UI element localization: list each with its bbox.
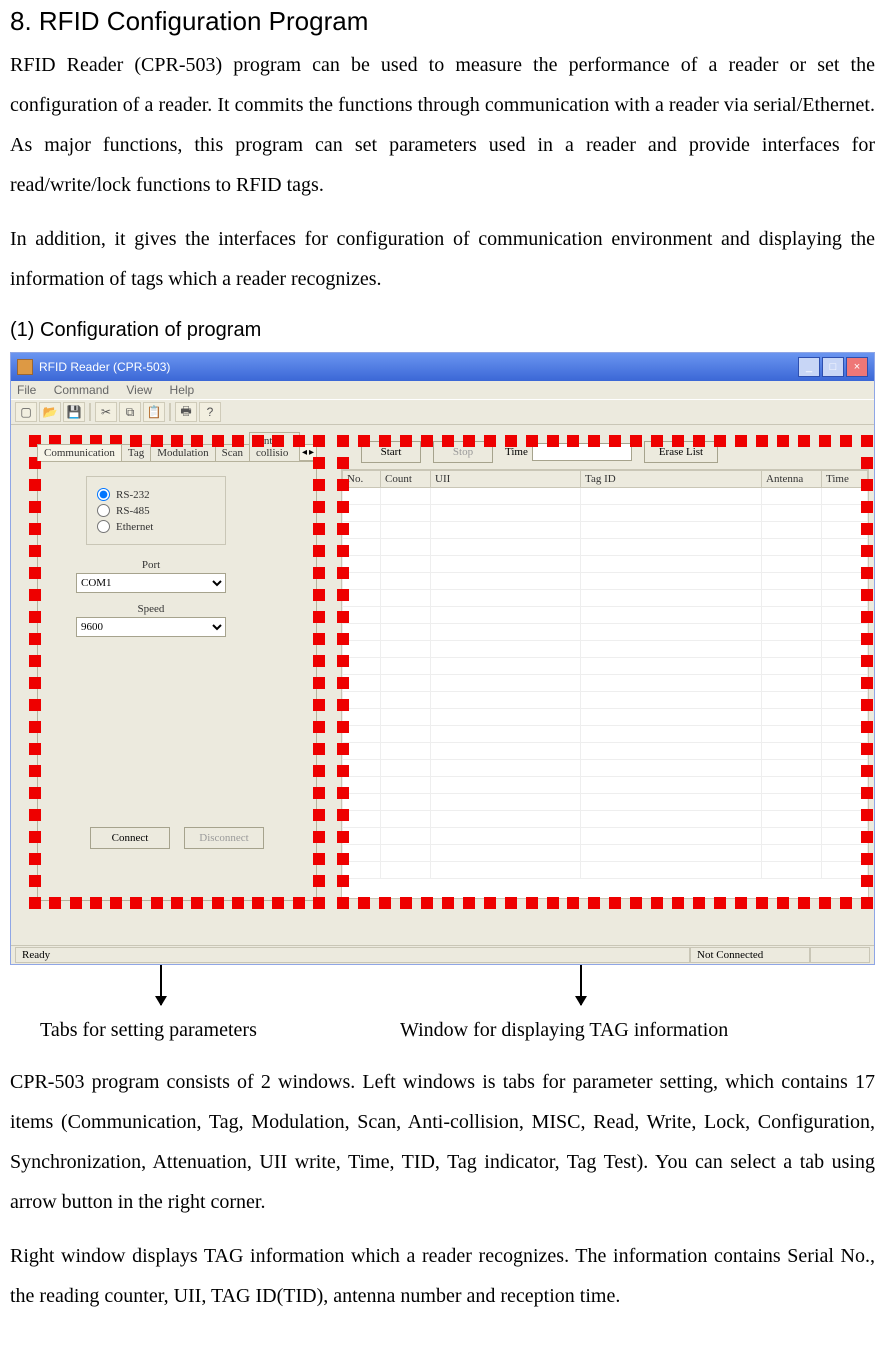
- table-row: [343, 692, 868, 709]
- table-row: [343, 522, 868, 539]
- maximize-button[interactable]: □: [822, 357, 844, 377]
- stop-button[interactable]: Stop: [433, 441, 493, 463]
- statusbar: Ready Not Connected: [11, 945, 874, 964]
- arrow-right-icon: [580, 965, 582, 1005]
- status-connection: Not Connected: [690, 947, 810, 963]
- minimize-button[interactable]: _: [798, 357, 820, 377]
- tab-scroll-arrows[interactable]: ◂▸: [299, 444, 317, 461]
- col-no[interactable]: No.: [343, 471, 381, 488]
- chevron-right-icon[interactable]: ▸: [309, 447, 314, 458]
- col-uii[interactable]: UII: [431, 471, 581, 488]
- toolbar: ▢ 📂 💾 ✂ ⧉ 📋 🖶 ?: [11, 399, 874, 425]
- heading: 8. RFID Configuration Program: [10, 6, 875, 37]
- right-toolbar: Start Stop Time Erase List: [361, 441, 869, 463]
- menu-command[interactable]: Command: [54, 383, 109, 397]
- app-icon: [17, 359, 33, 375]
- radio-ethernet[interactable]: [97, 520, 110, 533]
- menu-help[interactable]: Help: [170, 383, 195, 397]
- table-row: [343, 658, 868, 675]
- tab-modulation[interactable]: Modulation: [150, 444, 215, 461]
- radio-rs485[interactable]: [97, 504, 110, 517]
- help-icon[interactable]: ?: [199, 402, 221, 422]
- open-icon[interactable]: 📂: [39, 402, 61, 422]
- menu-view[interactable]: View: [126, 383, 152, 397]
- col-time[interactable]: Time: [822, 471, 868, 488]
- table-row: [343, 743, 868, 760]
- table-row: [343, 641, 868, 658]
- right-pane: Start Stop Time Erase List No. Count UII…: [341, 439, 869, 899]
- table-row: [343, 726, 868, 743]
- table-row: [343, 573, 868, 590]
- window-title: RFID Reader (CPR-503): [39, 360, 798, 374]
- save-icon[interactable]: 💾: [63, 402, 85, 422]
- titlebar: RFID Reader (CPR-503) _ □ ×: [11, 353, 874, 381]
- tab-body: RS-232 RS-485 Ethernet Port COM1 Speed 9…: [37, 461, 317, 901]
- radio-rs485-label: RS-485: [116, 505, 150, 517]
- tab-tag[interactable]: Tag: [121, 444, 151, 461]
- table-row: [343, 811, 868, 828]
- time-field[interactable]: [532, 443, 632, 461]
- status-empty: [810, 947, 870, 963]
- start-button[interactable]: Start: [361, 441, 421, 463]
- radio-rs232-label: RS-232: [116, 489, 150, 501]
- arrow-left-icon: [160, 965, 162, 1005]
- table-row: [343, 777, 868, 794]
- tag-table[interactable]: No. Count UII Tag ID Antenna Time: [341, 469, 869, 899]
- speed-label: Speed: [76, 603, 226, 615]
- menubar: File Command View Help: [11, 381, 874, 399]
- caption-right: Window for displaying TAG information: [400, 1019, 728, 1042]
- table-row: [343, 828, 868, 845]
- time-label: Time: [505, 446, 528, 458]
- table-row: [343, 862, 868, 879]
- connect-button[interactable]: Connect: [90, 827, 170, 849]
- table-row: [343, 556, 868, 573]
- table-row: [343, 845, 868, 862]
- menu-file[interactable]: File: [17, 383, 36, 397]
- tab-scan[interactable]: Scan: [215, 444, 250, 461]
- radio-rs232[interactable]: [97, 488, 110, 501]
- table-row: [343, 590, 868, 607]
- erase-list-button[interactable]: Erase List: [644, 441, 718, 463]
- client-area: Communication Tag Modulation Scan Anti-c…: [11, 425, 874, 945]
- new-icon[interactable]: ▢: [15, 402, 37, 422]
- left-pane: Communication Tag Modulation Scan Anti-c…: [37, 439, 317, 907]
- table-row: [343, 675, 868, 692]
- col-tagid[interactable]: Tag ID: [581, 471, 762, 488]
- radio-panel: RS-232 RS-485 Ethernet: [86, 476, 226, 545]
- port-label: Port: [76, 559, 226, 571]
- table-row: [343, 624, 868, 641]
- table-row: [343, 539, 868, 556]
- table-row: [343, 760, 868, 777]
- table-row: [343, 488, 868, 505]
- tab-communication[interactable]: Communication: [37, 444, 122, 461]
- status-ready: Ready: [15, 947, 690, 963]
- port-select[interactable]: COM1: [76, 573, 226, 593]
- speed-select[interactable]: 9600: [76, 617, 226, 637]
- col-antenna[interactable]: Antenna: [762, 471, 822, 488]
- col-count[interactable]: Count: [381, 471, 431, 488]
- paragraph-4: Right window displays TAG information wh…: [10, 1236, 875, 1316]
- table-row: [343, 794, 868, 811]
- paste-icon[interactable]: 📋: [143, 402, 165, 422]
- screenshot-window: RFID Reader (CPR-503) _ □ × File Command…: [10, 352, 875, 965]
- radio-ethernet-label: Ethernet: [116, 521, 153, 533]
- copy-icon[interactable]: ⧉: [119, 402, 141, 422]
- tab-anticollision[interactable]: Anti-collisio: [249, 432, 300, 461]
- table-row: [343, 709, 868, 726]
- subheading: (1) Configuration of program: [10, 319, 875, 342]
- print-icon[interactable]: 🖶: [175, 402, 197, 422]
- paragraph-3: CPR-503 program consists of 2 windows. L…: [10, 1062, 875, 1222]
- chevron-left-icon[interactable]: ◂: [302, 447, 307, 458]
- tab-strip: Communication Tag Modulation Scan Anti-c…: [37, 439, 317, 461]
- caption-left: Tabs for setting parameters: [40, 1019, 400, 1042]
- paragraph-2: In addition, it gives the interfaces for…: [10, 219, 875, 299]
- table-row: [343, 505, 868, 522]
- disconnect-button[interactable]: Disconnect: [184, 827, 264, 849]
- cut-icon[interactable]: ✂: [95, 402, 117, 422]
- table-row: [343, 607, 868, 624]
- close-button[interactable]: ×: [846, 357, 868, 377]
- paragraph-1: RFID Reader (CPR-503) program can be use…: [10, 45, 875, 205]
